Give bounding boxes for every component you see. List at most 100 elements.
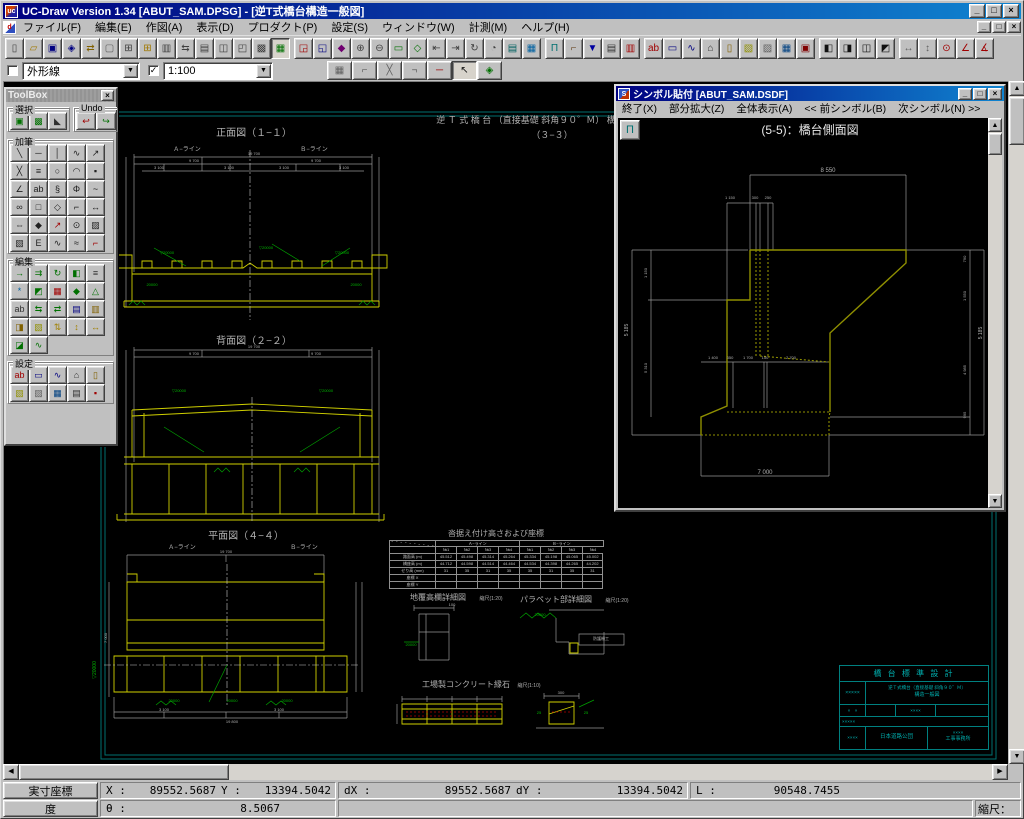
edit-rotate-button[interactable]: ↻ bbox=[48, 264, 67, 282]
settings-grid-button[interactable]: ▤ bbox=[67, 384, 86, 402]
save-file-button[interactable]: ▣ bbox=[43, 38, 62, 59]
scroll-right-button[interactable]: ⇥ bbox=[446, 38, 465, 59]
draw-symbol-button[interactable]: Φ bbox=[67, 180, 86, 198]
swap-pages-button[interactable]: ⇆ bbox=[176, 38, 195, 59]
menu-item[interactable]: プロダクト(P) bbox=[241, 18, 325, 36]
settings-layer-color-button[interactable]: ▧ bbox=[10, 384, 29, 402]
edit-parts-save-button[interactable]: ▤ bbox=[67, 300, 86, 318]
zoom-in-button[interactable]: ⊕ bbox=[351, 38, 370, 59]
window-cascade-button[interactable]: ◧ bbox=[819, 38, 838, 59]
draw-arc-button[interactable]: ◠ bbox=[67, 162, 86, 180]
symbol-menu-item[interactable]: 部分拡大(Z) bbox=[663, 100, 730, 117]
fit-view-button[interactable]: ▭ bbox=[389, 38, 408, 59]
edit-hatch-button[interactable]: ▧ bbox=[29, 318, 48, 336]
horizontal-scrollbar[interactable]: ◀ ▶ bbox=[3, 764, 1008, 780]
draw-closed-spline-button[interactable]: ∞ bbox=[10, 198, 29, 216]
new-file-button[interactable]: ▯ bbox=[5, 38, 24, 59]
draw-spline-button[interactable]: ~ bbox=[86, 180, 105, 198]
edit-extend-button[interactable]: ↔ bbox=[86, 318, 105, 336]
paste-image-button[interactable]: ▦ bbox=[271, 38, 290, 59]
scrollbar-thumb[interactable] bbox=[19, 764, 229, 780]
chevron-down-icon[interactable]: ▼ bbox=[256, 64, 271, 78]
structure-settings-button[interactable]: ▣ bbox=[796, 38, 815, 59]
symbol-paste-button[interactable]: Π bbox=[545, 38, 564, 59]
scroll-right-icon[interactable]: ▶ bbox=[992, 764, 1008, 780]
settings-file-button[interactable]: ▯ bbox=[86, 366, 105, 384]
settings-display-button[interactable]: ⌂ bbox=[67, 366, 86, 384]
symbol-window-title-bar[interactable]: S シンボル貼付 [ABUT_SAM.DSDF] _ □ × bbox=[616, 86, 1004, 101]
scale-select-combo[interactable]: 1:100 ▼ bbox=[163, 62, 273, 80]
zoom-previous-button[interactable]: ◱ bbox=[313, 38, 332, 59]
edit-delete-button[interactable]: ▦ bbox=[48, 282, 67, 300]
edit-align-button[interactable]: ⇅ bbox=[48, 318, 67, 336]
add-page-button[interactable]: ⊞ bbox=[119, 38, 138, 59]
layer-visibility-checkbox[interactable] bbox=[7, 65, 18, 76]
scale-lock-checkbox[interactable]: ✓ bbox=[148, 65, 159, 76]
mdi-close-button[interactable]: × bbox=[1007, 21, 1021, 33]
maximize-button[interactable]: □ bbox=[986, 4, 1002, 18]
toolbox-title-bar[interactable]: ToolBox × bbox=[6, 89, 116, 102]
screen-settings-button[interactable]: ▭ bbox=[663, 38, 682, 59]
scroll-left-icon[interactable]: ◀ bbox=[3, 764, 19, 780]
draw-slope-line-button[interactable]: ∠ bbox=[10, 180, 29, 198]
menu-item[interactable]: 設定(S) bbox=[324, 18, 375, 36]
scroll-left-button[interactable]: ⇤ bbox=[427, 38, 446, 59]
chevron-down-icon[interactable]: ▼ bbox=[123, 64, 138, 78]
zoom-out-button[interactable]: ⊖ bbox=[370, 38, 389, 59]
draw-solid-fill-button[interactable]: ◆ bbox=[29, 216, 48, 234]
draw-vertical-text-button[interactable]: § bbox=[48, 180, 67, 198]
measure-angle2-button[interactable]: ∡ bbox=[975, 38, 994, 59]
edit-fill-button[interactable]: ◩ bbox=[29, 282, 48, 300]
draw-hatch-button[interactable]: ▨ bbox=[86, 216, 105, 234]
copy-page-button[interactable]: ▥ bbox=[157, 38, 176, 59]
toolbar-settings-button[interactable]: ▦ bbox=[777, 38, 796, 59]
list-tool-button[interactable]: ▤ bbox=[602, 38, 621, 59]
draw-hatch-pattern-button[interactable]: ▧ bbox=[10, 234, 29, 252]
measure-radius-button[interactable]: ⊙ bbox=[937, 38, 956, 59]
window-arrange-button[interactable]: ◫ bbox=[857, 38, 876, 59]
grid-snap-button[interactable]: ▦ bbox=[327, 61, 352, 80]
measure-vertical-button[interactable]: ↕ bbox=[918, 38, 937, 59]
edit-text-button[interactable]: ab bbox=[10, 300, 29, 318]
settings-layer-button[interactable]: ▨ bbox=[29, 384, 48, 402]
intersection-snap-button[interactable]: ╳ bbox=[377, 61, 402, 80]
delete-page-button[interactable]: ▢ bbox=[100, 38, 119, 59]
measure-horizontal-button[interactable]: ↔ bbox=[899, 38, 918, 59]
file-transfer-button[interactable]: ⇄ bbox=[81, 38, 100, 59]
print-preview-button[interactable]: ◫ bbox=[214, 38, 233, 59]
draw-rectangle-button[interactable]: □ bbox=[29, 198, 48, 216]
symbol-menu-item[interactable]: 次シンボル(N) >> bbox=[892, 100, 986, 117]
system-settings-button[interactable]: ⌂ bbox=[701, 38, 720, 59]
draw-arrow-button[interactable]: ↗ bbox=[86, 144, 105, 162]
draw-polygon-button[interactable]: ◇ bbox=[48, 198, 67, 216]
edit-measure-button[interactable]: ◨ bbox=[10, 318, 29, 336]
symbol-scrollbar[interactable]: ▲ ▼ bbox=[988, 118, 1002, 508]
close-button[interactable]: × bbox=[1003, 4, 1019, 18]
symbol-menu-item[interactable]: 全体表示(A) bbox=[730, 100, 798, 117]
edit-ungroup-button[interactable]: ⇄ bbox=[48, 300, 67, 318]
line-snap-button[interactable]: ─ bbox=[427, 61, 452, 80]
edit-reshape-button[interactable]: ∿ bbox=[29, 336, 48, 354]
pointer-mode-button[interactable]: ↖ bbox=[452, 61, 477, 80]
draw-balloon-button[interactable]: ⊙ bbox=[67, 216, 86, 234]
mdi-minimize-button[interactable]: _ bbox=[977, 21, 991, 33]
menu-item[interactable]: ウィンドウ(W) bbox=[375, 18, 462, 36]
symbol-minimize-button[interactable]: _ bbox=[958, 88, 972, 100]
edit-offset-button[interactable]: ↕ bbox=[67, 318, 86, 336]
print-settings-button[interactable]: ▥ bbox=[621, 38, 640, 59]
minimize-button[interactable]: _ bbox=[969, 4, 985, 18]
draw-vertical-line-button[interactable]: │ bbox=[48, 144, 67, 162]
draw-chain-dimension-button[interactable]: ⇔ bbox=[10, 216, 29, 234]
draw-circle-button[interactable]: ○ bbox=[48, 162, 67, 180]
group-edit-button[interactable]: ◈ bbox=[477, 61, 502, 80]
fit-all-button[interactable]: ◇ bbox=[408, 38, 427, 59]
settings-curve-button[interactable]: ∿ bbox=[48, 366, 67, 384]
drawing-canvas[interactable]: 逆 Ｔ 式 橋 台 （直接基礎 斜角９０゜Ｍ） 構 造 一 般 図（３−３）正面… bbox=[3, 81, 1008, 764]
settings-point-button[interactable]: ▪ bbox=[86, 384, 105, 402]
zoom-rate-button[interactable]: ◔ bbox=[484, 38, 503, 59]
draw-polyline-button[interactable]: ∿ bbox=[67, 144, 86, 162]
page-turn-button[interactable]: ▯ bbox=[720, 38, 739, 59]
menu-item[interactable]: 計測(M) bbox=[462, 18, 515, 36]
coord-mode-button[interactable]: 実寸座標 bbox=[3, 782, 98, 799]
layer-palette-button[interactable]: ▧ bbox=[739, 38, 758, 59]
